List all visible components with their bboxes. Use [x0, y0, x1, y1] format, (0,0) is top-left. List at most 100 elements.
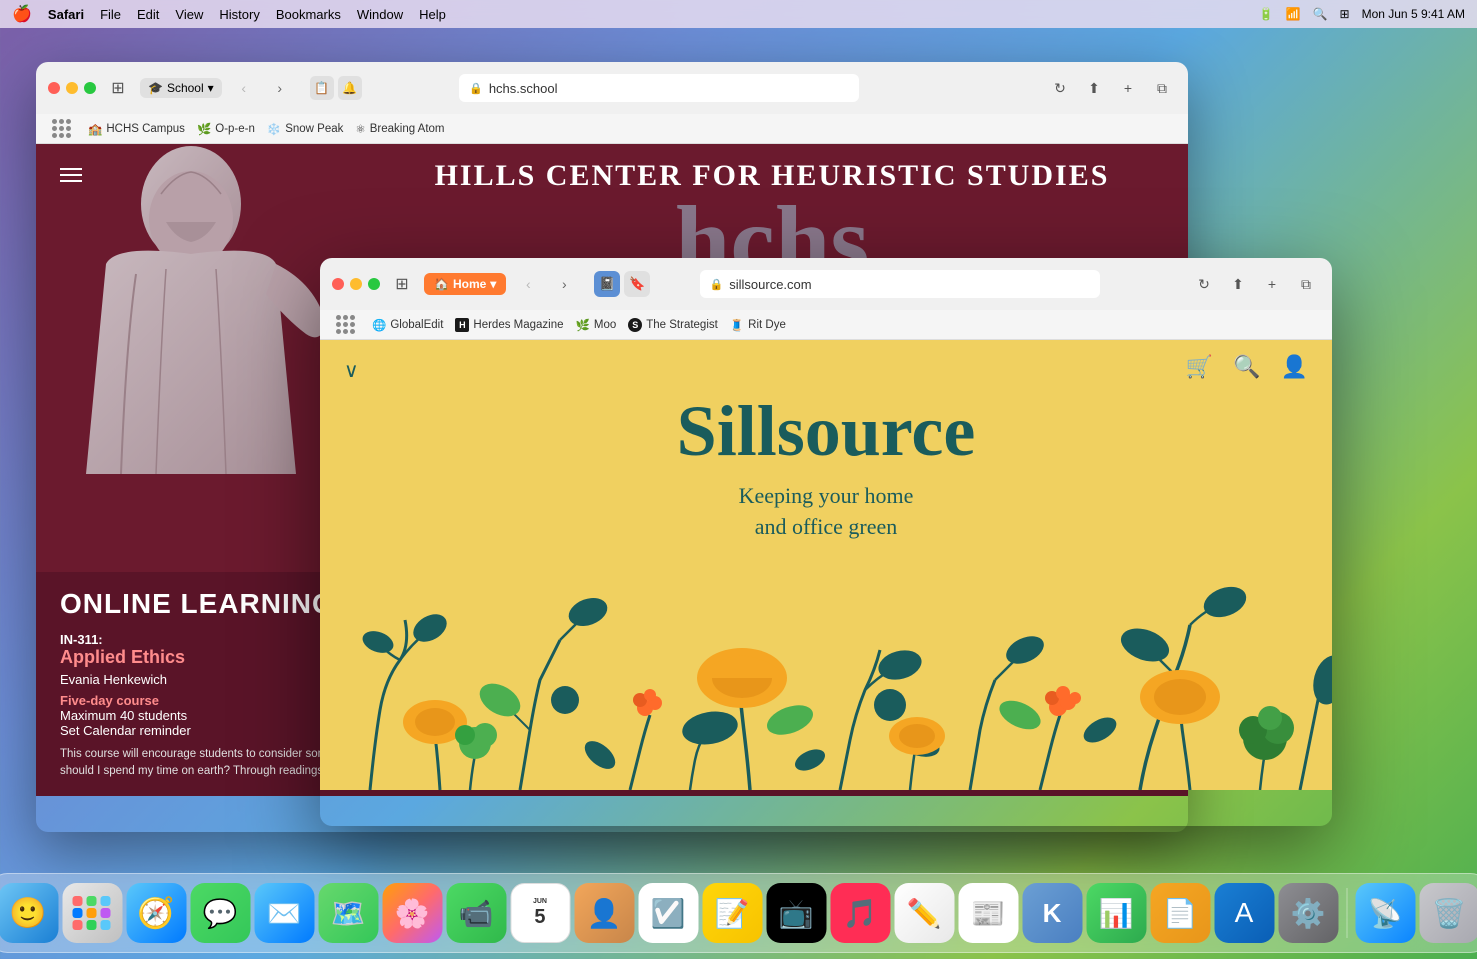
dock-icon-pages[interactable]: 📄: [1150, 883, 1210, 943]
extension-bookmark-sillsource[interactable]: 🔖: [624, 271, 650, 297]
bookmarks-bar-hchs: 🏫 HCHS Campus 🌿 O-p-e-n ❄️ Snow Peak ⚛ B…: [36, 114, 1188, 144]
dock-icon-calendar[interactable]: JUN 5: [510, 883, 570, 943]
minimize-button-hchs[interactable]: [66, 82, 78, 94]
tab-group-sillsource[interactable]: 🏠 Home ▾: [424, 273, 506, 295]
new-tab-button-sillsource[interactable]: +: [1258, 270, 1286, 298]
app-name[interactable]: Safari: [48, 7, 84, 22]
dock-icon-appstore[interactable]: A: [1214, 883, 1274, 943]
bookmark-moo[interactable]: 🌿 Moo: [576, 318, 617, 332]
dock-icon-finder[interactable]: 🙂: [0, 883, 58, 943]
search-icon-sillsource[interactable]: 🔍: [1233, 354, 1260, 380]
bookmark-breaking-atom[interactable]: ⚛ Breaking Atom: [355, 122, 444, 136]
grid-icon-sillsource[interactable]: [336, 315, 356, 335]
dock-icon-notes[interactable]: 📝: [702, 883, 762, 943]
url-bar-sillsource[interactable]: 🔒 sillsource.com: [700, 270, 1100, 298]
dock-icon-numbers[interactable]: 📊: [1086, 883, 1146, 943]
bookmark-icon-open: 🌿: [197, 122, 211, 136]
menubar: 🍎 Safari File Edit View History Bookmark…: [0, 0, 1477, 28]
share-button-hchs[interactable]: ⬆: [1080, 74, 1108, 102]
bookmark-icon-breaking-atom: ⚛: [355, 122, 365, 136]
tab-overview-button-sillsource[interactable]: ⧉: [1292, 270, 1320, 298]
maximize-button-hchs[interactable]: [84, 82, 96, 94]
dock: 🙂 🧭 💬 ✉️ 🗺️ 🌸 📹 JUN 5: [0, 873, 1477, 953]
bookmark-globaledit[interactable]: 🌐 GlobalEdit: [372, 318, 443, 332]
sidebar-toggle-sillsource[interactable]: ⊞: [388, 270, 416, 298]
bookmark-icon-snow-peak: ❄️: [267, 122, 281, 136]
bookmark-hchs-campus[interactable]: 🏫 HCHS Campus: [88, 122, 185, 136]
dock-icon-reminders[interactable]: ☑️: [638, 883, 698, 943]
control-center-icon[interactable]: ⊞: [1340, 7, 1350, 21]
dock-icon-launchpad[interactable]: [62, 883, 122, 943]
battery-icon: 🔋: [1259, 7, 1274, 21]
tab-group-hchs[interactable]: 🎓 School ▾: [140, 78, 222, 98]
sillsource-website-content: ∨ 🛒 🔍 👤 Sillsource Keeping your homeand …: [320, 340, 1332, 790]
lock-icon-sillsource: 🔒: [710, 278, 724, 291]
dock-icon-music[interactable]: 🎵: [830, 883, 890, 943]
cart-icon[interactable]: 🛒: [1186, 354, 1213, 380]
close-button-hchs[interactable]: [48, 82, 60, 94]
traffic-lights-sillsource: [332, 278, 380, 290]
account-icon[interactable]: 👤: [1281, 354, 1308, 380]
back-button-sillsource[interactable]: ‹: [514, 270, 542, 298]
menu-bookmarks[interactable]: Bookmarks: [276, 7, 341, 22]
close-button-sillsource[interactable]: [332, 278, 344, 290]
menu-history[interactable]: History: [219, 7, 259, 22]
dock-icon-safari[interactable]: 🧭: [126, 883, 186, 943]
dock-icon-photos[interactable]: 🌸: [382, 883, 442, 943]
dock-icon-maps[interactable]: 🗺️: [318, 883, 378, 943]
menu-view[interactable]: View: [175, 7, 203, 22]
dock-icon-tv[interactable]: 📺: [766, 883, 826, 943]
extension-icons-hchs: 📋 🔔: [310, 76, 362, 100]
bookmark-ritdye[interactable]: 🧵 Rit Dye: [730, 318, 786, 332]
back-button-hchs[interactable]: ‹: [230, 74, 258, 102]
url-bar-hchs[interactable]: 🔒 hchs.school: [459, 74, 859, 102]
share-button-sillsource[interactable]: ⬆: [1224, 270, 1252, 298]
datetime: Mon Jun 5 9:41 AM: [1362, 7, 1465, 21]
titlebar-sillsource: ⊞ 🏠 Home ▾ ‹ › 📓 🔖 🔒 sillsource.com ↻ ⬆ …: [320, 258, 1332, 310]
chevron-down-icon-hchs: ▾: [208, 81, 214, 95]
reload-button-sillsource[interactable]: ↻: [1190, 270, 1218, 298]
nav-icons-sillsource: 🛒 🔍 👤: [1186, 354, 1308, 380]
menu-file[interactable]: File: [100, 7, 121, 22]
dock-icon-contacts[interactable]: 👤: [574, 883, 634, 943]
reload-button-hchs[interactable]: ↻: [1046, 74, 1074, 102]
menubar-right: 🔋 📶 🔍 ⊞ Mon Jun 5 9:41 AM: [1259, 7, 1465, 21]
search-icon[interactable]: 🔍: [1313, 7, 1328, 21]
maximize-button-sillsource[interactable]: [368, 278, 380, 290]
menu-edit[interactable]: Edit: [137, 7, 159, 22]
bookmark-open[interactable]: 🌿 O-p-e-n: [197, 122, 255, 136]
minimize-button-sillsource[interactable]: [350, 278, 362, 290]
bookmark-icon-globaledit: 🌐: [372, 318, 386, 332]
sidebar-toggle-hchs[interactable]: ⊞: [104, 74, 132, 102]
floral-decoration: [320, 560, 1332, 790]
dock-icon-trash[interactable]: 🗑️: [1419, 883, 1477, 943]
chevron-down-icon-sillsource: ▾: [490, 277, 496, 291]
bookmark-strategist[interactable]: S The Strategist: [628, 318, 718, 332]
dock-icon-messages[interactable]: 💬: [190, 883, 250, 943]
dock-icon-freeform[interactable]: ✏️: [894, 883, 954, 943]
dock-icon-system-preferences[interactable]: ⚙️: [1278, 883, 1338, 943]
new-tab-button-hchs[interactable]: +: [1114, 74, 1142, 102]
bookmark-icon-ritdye: 🧵: [730, 318, 744, 332]
nav-chevron-sillsource[interactable]: ∨: [344, 358, 359, 383]
apple-menu-icon[interactable]: 🍎: [12, 4, 32, 24]
extension-icons-sillsource: 📓 🔖: [594, 271, 650, 297]
grid-icon-hchs[interactable]: [52, 119, 72, 139]
bookmark-snow-peak[interactable]: ❄️ Snow Peak: [267, 122, 344, 136]
dock-icon-mail[interactable]: ✉️: [254, 883, 314, 943]
dock-icon-keynote[interactable]: K: [1022, 883, 1082, 943]
toolbar-actions-hchs: ↻ ⬆ + ⧉: [1046, 74, 1176, 102]
tab-overview-button-hchs[interactable]: ⧉: [1148, 74, 1176, 102]
menu-window[interactable]: Window: [357, 7, 403, 22]
dock-icon-facetime[interactable]: 📹: [446, 883, 506, 943]
menu-help[interactable]: Help: [419, 7, 446, 22]
dock-icon-airdrop[interactable]: 📡: [1355, 883, 1415, 943]
dock-icon-news[interactable]: 📰: [958, 883, 1018, 943]
bookmark-herdes[interactable]: H Herdes Magazine: [455, 318, 563, 332]
extension-2-hchs[interactable]: 🔔: [338, 76, 362, 100]
forward-button-sillsource[interactable]: ›: [550, 270, 578, 298]
hamburger-menu-hchs[interactable]: [60, 164, 82, 186]
forward-button-hchs[interactable]: ›: [266, 74, 294, 102]
extension-notebook-sillsource[interactable]: 📓: [594, 271, 620, 297]
extension-1-hchs[interactable]: 📋: [310, 76, 334, 100]
